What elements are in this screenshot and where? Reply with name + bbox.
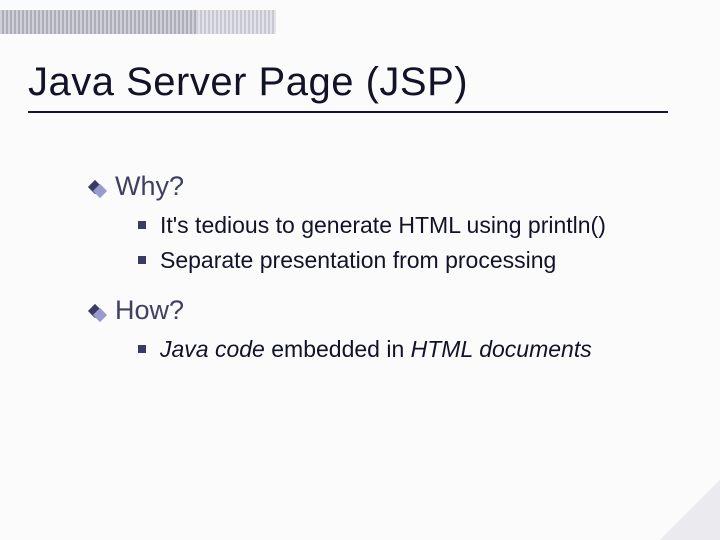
square-bullet-icon [138, 345, 146, 353]
square-bullet-icon [138, 221, 146, 229]
plain-text: embedded in [265, 336, 411, 362]
list-item: Java code embedded in HTML documents [160, 334, 592, 365]
decorative-top-band [0, 10, 720, 34]
section-heading: How? [115, 294, 184, 328]
sub-list: It's tedious to generate HTML using prin… [138, 210, 660, 276]
sub-list: Java code embedded in HTML documents [138, 334, 660, 365]
slide-title: Java Server Page (JSP) [28, 60, 668, 113]
bullet-level2: It's tedious to generate HTML using prin… [138, 210, 660, 241]
diamond-bullet-icon [90, 181, 105, 196]
decorative-strip [0, 10, 198, 34]
section-heading: Why? [115, 170, 184, 204]
italic-text: HTML documents [411, 336, 592, 362]
slide-body: Why? It's tedious to generate HTML using… [90, 170, 660, 383]
slide: Java Server Page (JSP) Why? It's tedious… [0, 0, 720, 540]
bullet-level1: How? [90, 294, 660, 328]
decorative-strip [198, 10, 276, 34]
list-item: Separate presentation from processing [160, 245, 556, 276]
square-bullet-icon [138, 256, 146, 264]
bullet-level2: Separate presentation from processing [138, 245, 660, 276]
list-item: It's tedious to generate HTML using prin… [160, 210, 606, 241]
diamond-bullet-icon [90, 305, 105, 320]
italic-text: Java code [160, 336, 265, 362]
bullet-level1: Why? [90, 170, 660, 204]
bullet-level2: Java code embedded in HTML documents [138, 334, 660, 365]
decorative-corner [660, 480, 720, 540]
